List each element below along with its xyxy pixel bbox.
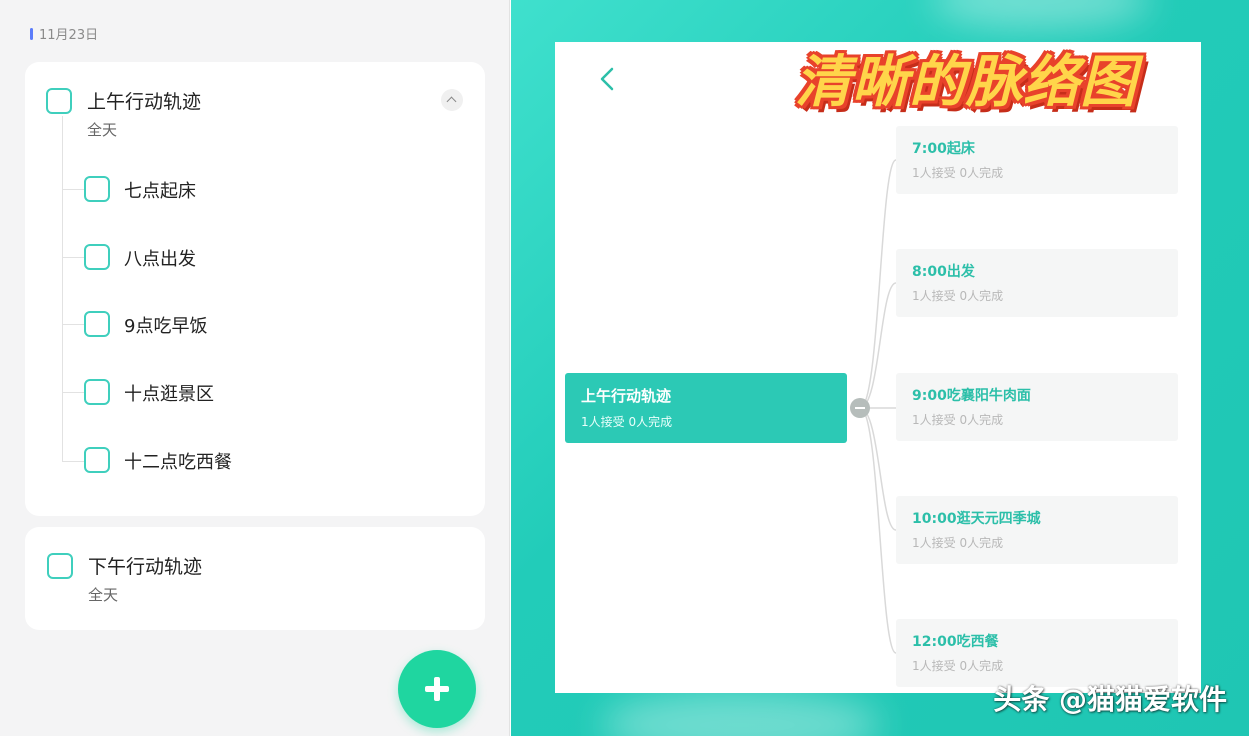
mindmap-child-node[interactable]: 7:00起床 1人接受 0人完成 (896, 126, 1178, 194)
tree-branch (62, 392, 84, 393)
child-node-title: 12:00吃西餐 (912, 634, 999, 650)
tree-branch (62, 461, 84, 462)
child-node-title: 8:00出发 (912, 264, 975, 280)
root-node-title: 上午行动轨迹 (581, 387, 672, 405)
collapse-chevron-icon[interactable] (441, 89, 463, 111)
mindmap-panel: 上午行动轨迹 1人接受 0人完成 7:00起床 1人接受 0人完成 8:00出发… (511, 0, 1249, 736)
subtask-label[interactable]: 七点起床 (124, 177, 196, 203)
task-checkbox-morning[interactable] (46, 88, 72, 114)
promo-headline: 清晰的脉络图 (795, 50, 1137, 115)
date-marker (30, 27, 33, 40)
task-card-afternoon: 下午行动轨迹 全天 (25, 527, 485, 630)
watermark-text: 头条 @猫猫爱软件 (993, 683, 1227, 716)
task-checkbox-afternoon[interactable] (47, 553, 73, 579)
mindmap-root-node[interactable]: 上午行动轨迹 1人接受 0人完成 (565, 373, 847, 443)
child-node-status: 1人接受 0人完成 (912, 413, 1004, 427)
tree-branch (62, 189, 84, 190)
subtask-checkbox[interactable] (84, 176, 110, 202)
subtask-label[interactable]: 十点逛景区 (124, 380, 214, 406)
child-node-status: 1人接受 0人完成 (912, 536, 1004, 550)
mindmap-child-node[interactable]: 12:00吃西餐 1人接受 0人完成 (896, 619, 1178, 687)
task-title-morning[interactable]: 上午行动轨迹 (87, 87, 201, 114)
child-node-status: 1人接受 0人完成 (912, 166, 1004, 180)
task-list-panel: 11月23日 上午行动轨迹 全天 七点起床 八点出发 9点吃早饭 十点逛景区 十… (0, 0, 510, 736)
child-node-status: 1人接受 0人完成 (912, 289, 1004, 303)
background-glow (601, 690, 881, 736)
subtask-checkbox[interactable] (84, 311, 110, 337)
task-title-afternoon[interactable]: 下午行动轨迹 (88, 552, 202, 579)
task-subtitle-morning: 全天 (87, 121, 118, 139)
subtask-checkbox[interactable] (84, 379, 110, 405)
subtask-label[interactable]: 9点吃早饭 (124, 312, 207, 338)
date-header: 11月23日 (30, 24, 98, 43)
tree-branch (62, 324, 84, 325)
child-node-title: 7:00起床 (912, 141, 975, 157)
child-node-title: 10:00逛天元四季城 (912, 511, 1041, 527)
collapse-node-icon[interactable] (850, 398, 870, 418)
subtask-checkbox[interactable] (84, 447, 110, 473)
background-glow (931, 0, 1151, 30)
mindmap-child-node[interactable]: 10:00逛天元四季城 1人接受 0人完成 (896, 496, 1178, 564)
mindmap-child-node[interactable]: 8:00出发 1人接受 0人完成 (896, 249, 1178, 317)
mindmap-canvas: 上午行动轨迹 1人接受 0人完成 7:00起床 1人接受 0人完成 8:00出发… (555, 42, 1201, 693)
add-task-button[interactable] (398, 650, 476, 728)
task-subtitle-afternoon: 全天 (88, 586, 119, 604)
date-label: 11月23日 (39, 28, 99, 43)
root-node-status: 1人接受 0人完成 (581, 415, 673, 429)
subtask-label[interactable]: 十二点吃西餐 (124, 448, 232, 474)
mindmap-child-node[interactable]: 9:00吃襄阳牛肉面 1人接受 0人完成 (896, 373, 1178, 441)
subtask-label[interactable]: 八点出发 (124, 245, 196, 271)
task-card-morning: 上午行动轨迹 全天 七点起床 八点出发 9点吃早饭 十点逛景区 十二点吃西餐 (25, 62, 485, 516)
tree-connector (62, 116, 63, 462)
child-node-status: 1人接受 0人完成 (912, 659, 1004, 673)
subtask-checkbox[interactable] (84, 244, 110, 270)
tree-branch (62, 257, 84, 258)
child-node-title: 9:00吃襄阳牛肉面 (912, 388, 1031, 404)
